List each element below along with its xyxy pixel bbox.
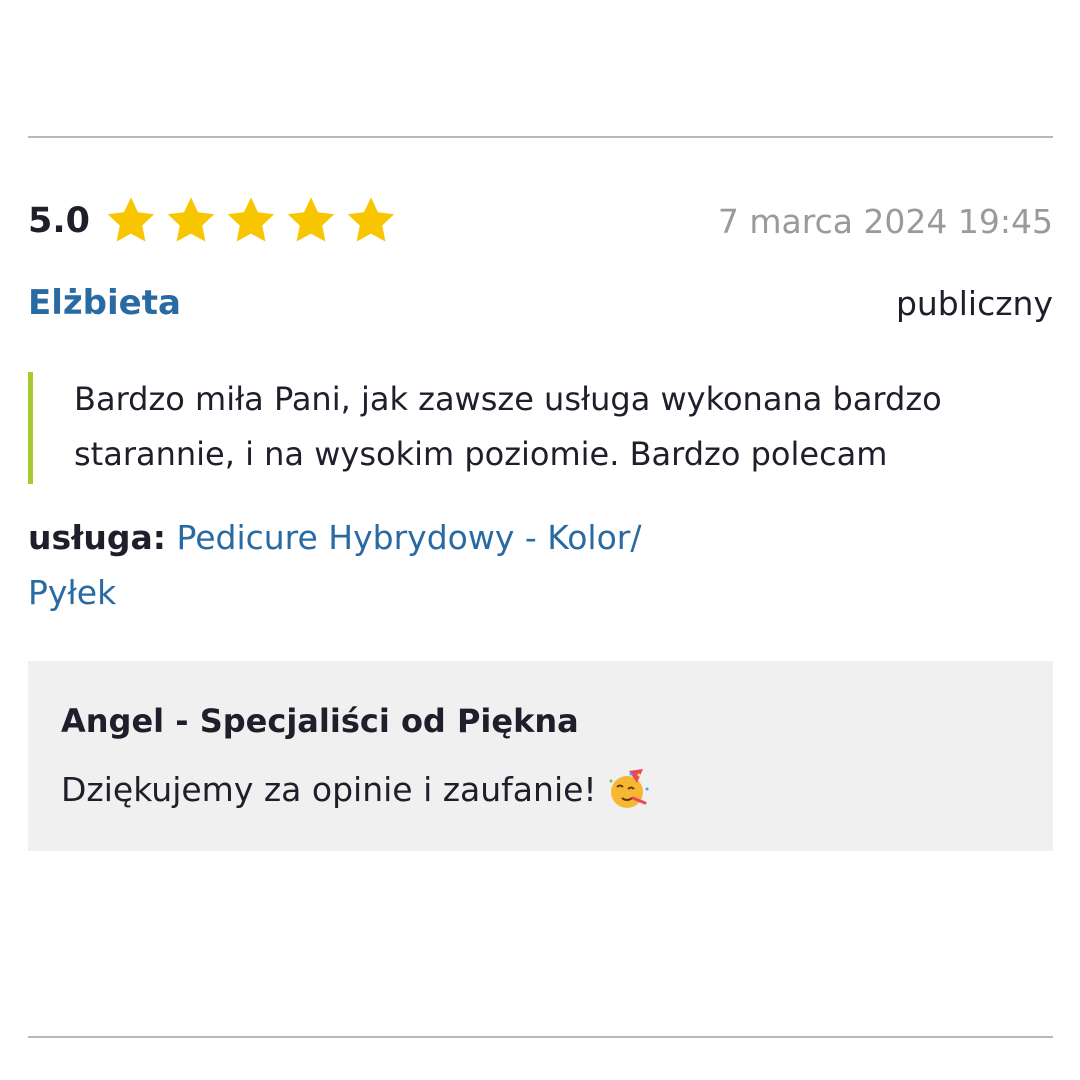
star-rating: [104, 194, 404, 248]
service-label: usługa:: [28, 518, 166, 557]
star-icon: [227, 197, 275, 242]
review-date: 7 marca 2024 19:45: [717, 201, 1053, 241]
author-row: Elżbieta publiczny: [28, 278, 1053, 328]
partying-face-icon: [609, 769, 649, 808]
rating-value: 5.0: [28, 201, 91, 241]
reply-text-row: Dziękujemy za opinie i zaufanie!: [61, 767, 1020, 811]
review-text: Bardzo miła Pani, jak zawsze usługa wyko…: [74, 380, 942, 473]
star-icon: [287, 197, 335, 242]
reply-text: Dziękujemy za opinie i zaufanie!: [61, 769, 597, 809]
service-row: usługa: Pedicure Hybrydowy - Kolor/ Pyłe…: [28, 510, 668, 620]
bottom-divider: [28, 1036, 1053, 1038]
owner-reply: Angel - Specjaliści od Piękna Dziękujemy…: [28, 661, 1053, 851]
star-icon: [347, 197, 395, 242]
star-icon: [167, 197, 215, 242]
top-divider: [28, 136, 1053, 138]
review-author[interactable]: Elżbieta: [28, 283, 181, 323]
visibility-status: publiczny: [895, 283, 1053, 323]
reply-author: Angel - Specjaliści od Piękna: [61, 702, 579, 740]
review-quote: Bardzo miła Pani, jak zawsze usługa wyko…: [28, 372, 1028, 484]
star-icon: [107, 197, 155, 242]
review-header: 5.0 7 marca 2024 19:45: [28, 192, 1053, 250]
